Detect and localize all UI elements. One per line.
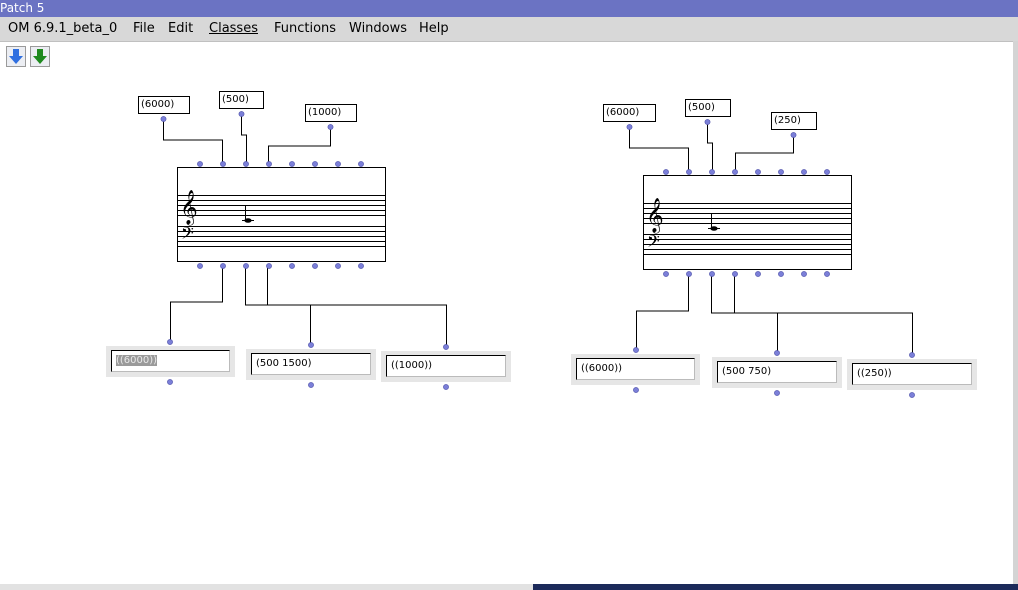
chord-seq-editor[interactable]: 𝄞 𝄢 bbox=[643, 175, 852, 270]
svg-text:𝄢: 𝄢 bbox=[181, 223, 194, 247]
output-box-durations[interactable]: (500 1500) bbox=[246, 349, 376, 380]
output-box-onsets[interactable]: ((6000)) bbox=[106, 346, 235, 377]
output-box-value: (500 1500) bbox=[251, 353, 371, 375]
input-box-onset[interactable]: (6000) bbox=[603, 104, 656, 122]
output-box-value: ((1000)) bbox=[386, 355, 506, 377]
svg-text:𝄢: 𝄢 bbox=[647, 231, 660, 255]
svg-text:𝄞: 𝄞 bbox=[180, 190, 198, 226]
svg-text:𝄞: 𝄞 bbox=[646, 198, 664, 234]
patch-connections bbox=[160, 111, 915, 398]
output-box-value: ((250)) bbox=[852, 363, 972, 385]
output-box-onsets[interactable]: ((6000)) bbox=[571, 354, 700, 385]
input-box-duration[interactable]: (500) bbox=[219, 91, 264, 109]
staff-icon: 𝄞 𝄢 bbox=[644, 198, 851, 255]
desktop-background bbox=[533, 584, 1018, 590]
input-box-duration[interactable]: (500) bbox=[685, 99, 731, 117]
output-box-durations[interactable]: (500 750) bbox=[712, 357, 842, 388]
output-box-value: ((6000)) bbox=[576, 358, 695, 380]
staff-icon: 𝄞 𝄢 bbox=[178, 190, 385, 247]
chord-seq-editor[interactable]: 𝄞 𝄢 bbox=[177, 167, 386, 262]
window-right-border bbox=[1013, 41, 1018, 590]
output-box-value: ((6000)) bbox=[111, 350, 230, 372]
input-box-offset[interactable]: (1000) bbox=[305, 104, 357, 122]
input-box-offset[interactable]: (250) bbox=[771, 112, 817, 130]
input-box-onset[interactable]: (6000) bbox=[138, 96, 190, 114]
output-box-offsets[interactable]: ((250)) bbox=[847, 359, 977, 390]
output-box-offsets[interactable]: ((1000)) bbox=[381, 351, 511, 382]
output-box-value: (500 750) bbox=[717, 361, 837, 383]
